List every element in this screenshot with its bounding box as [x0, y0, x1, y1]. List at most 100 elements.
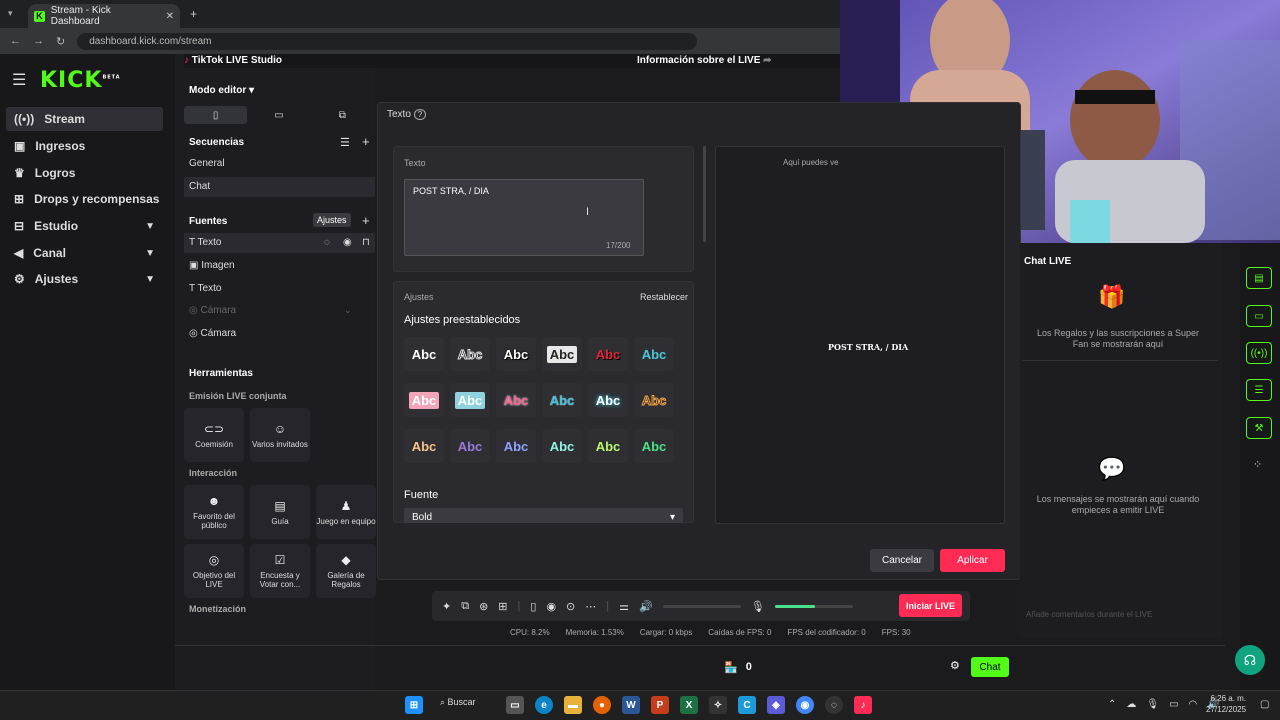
sidebar-item-ingresos[interactable]: ▣ Ingresos	[6, 134, 163, 158]
sidebar-item-ajustes[interactable]: ⚙ Ajustes ▼	[6, 267, 163, 291]
preset-style[interactable]: Abc	[450, 337, 490, 371]
edge-icon[interactable]: e	[535, 696, 553, 714]
kick-logo[interactable]: KICKBETA	[40, 68, 121, 93]
help-icon[interactable]: ?	[413, 109, 427, 120]
live-goal-tool[interactable]: ◎ Objetivo del LIVE	[184, 544, 244, 598]
target-icon[interactable]: ⊙	[566, 600, 575, 613]
preset-style[interactable]: Abc	[404, 429, 444, 463]
broadcast-icon[interactable]: ((•))	[1246, 342, 1272, 364]
gift-gallery-tool[interactable]: ◆ Galería de Regalos	[316, 544, 376, 598]
settings-icon[interactable]: ◌	[324, 237, 330, 248]
windows-start-icon[interactable]: ⊞	[405, 696, 423, 714]
source-item-camera-hidden[interactable]: ◎ Cámara	[189, 305, 236, 316]
preset-style[interactable]: Abc	[404, 337, 444, 371]
preset-style[interactable]: Abc	[588, 429, 628, 463]
display-icon[interactable]: ▭	[1169, 699, 1178, 710]
notification-icon[interactable]: ▢	[1260, 699, 1269, 710]
obs-icon[interactable]: ◌	[825, 696, 843, 714]
chat-icon[interactable]: ▭	[1246, 305, 1272, 327]
taskbar-search[interactable]: ⌕ Buscar	[440, 697, 476, 708]
new-tab-button[interactable]: +	[190, 7, 197, 21]
preset-style[interactable]: Abc	[496, 383, 536, 417]
hidden-eye-icon[interactable]: ⌄	[344, 305, 352, 316]
more-icon[interactable]: ⋯	[585, 600, 596, 613]
reload-icon[interactable]: ↻	[56, 35, 65, 48]
poll-tool[interactable]: ☑ Encuesta y Votar con...	[250, 544, 310, 598]
document-icon[interactable]: ▤	[1246, 267, 1272, 289]
wrench-icon[interactable]: ⚒	[1246, 417, 1272, 439]
ai-icon[interactable]: ⊛	[479, 600, 488, 613]
chrome-icon[interactable]: ◉	[796, 696, 814, 714]
reset-button[interactable]: Restablecer	[640, 292, 688, 302]
apps-icon[interactable]: ⁘	[1253, 458, 1262, 471]
preset-style[interactable]: Abc	[588, 337, 628, 371]
gaming-icon[interactable]: ◈	[767, 696, 785, 714]
sidebar-item-canal[interactable]: ◀ Canal ▼	[6, 241, 163, 265]
preset-style[interactable]: Abc	[496, 429, 536, 463]
cancel-button[interactable]: Cancelar	[870, 549, 934, 572]
excel-icon[interactable]: X	[680, 696, 698, 714]
preset-style[interactable]: Abc	[404, 383, 444, 417]
landscape-view-tab[interactable]: ▭	[247, 106, 310, 124]
tab-list-icon[interactable]: ▾	[8, 8, 13, 19]
audience-favorite-tool[interactable]: ☻ Favorito del público	[184, 485, 244, 539]
hamburger-menu-icon[interactable]: ☰	[12, 70, 26, 90]
record-icon[interactable]: ◉	[546, 600, 556, 613]
wifi-icon[interactable]: ◠	[1189, 699, 1198, 710]
preset-style[interactable]: Abc	[588, 383, 628, 417]
add-source-button[interactable]: +	[362, 213, 370, 228]
sidebar-item-estudio[interactable]: ⊟ Estudio ▼	[6, 214, 163, 238]
tiktok-studio-icon[interactable]: ♪	[854, 696, 872, 714]
preset-style[interactable]: Abc	[542, 337, 582, 371]
preset-style[interactable]: Abc	[634, 429, 674, 463]
layout-view-tab[interactable]: ⧉	[311, 106, 374, 124]
sidebar-item-drops[interactable]: ⊞ Drops y recompensas	[6, 187, 163, 211]
source-item-text[interactable]: T Texto	[189, 237, 221, 248]
preset-style[interactable]: Abc	[634, 337, 674, 371]
team-game-tool[interactable]: ♟ Juego en equipo	[316, 485, 376, 539]
support-chat-icon[interactable]: ☊	[1235, 645, 1265, 675]
forward-icon[interactable]: →	[33, 35, 44, 47]
eye-icon[interactable]: ◉	[343, 237, 352, 248]
microphone-icon[interactable]: 🎙	[751, 600, 765, 613]
app-c-icon[interactable]: C	[738, 696, 756, 714]
go-live-button[interactable]: Iniciar LIVE	[899, 594, 962, 617]
lock-icon[interactable]: ⊓	[362, 237, 370, 248]
apply-button[interactable]: Aplicar	[940, 549, 1005, 572]
live-info-link[interactable]: Información sobre el LIVE ➦	[637, 55, 772, 66]
scrollbar[interactable]	[703, 146, 706, 242]
mic-slider[interactable]	[774, 604, 853, 608]
mic-tray-icon[interactable]: 🎙	[1146, 699, 1159, 710]
add-sequence-button[interactable]: +	[362, 134, 370, 149]
layout-icon[interactable]: ☰	[1246, 379, 1272, 401]
volume-slider[interactable]	[662, 604, 741, 608]
list-icon[interactable]: ☰	[340, 136, 350, 149]
cloud-icon[interactable]: ☁	[1126, 699, 1136, 710]
preset-style[interactable]: Abc	[450, 429, 490, 463]
speaker-icon[interactable]: 🔊	[639, 600, 653, 613]
close-tab-icon[interactable]: ✕	[166, 11, 174, 22]
tray-chevron-icon[interactable]: ⌃	[1108, 699, 1116, 710]
editor-mode-dropdown[interactable]: Modo editor ▾	[189, 85, 254, 96]
chat-button[interactable]: Chat	[971, 657, 1009, 677]
preset-style[interactable]: Abc	[542, 383, 582, 417]
sequence-item[interactable]: General	[189, 158, 225, 169]
add-scene-icon[interactable]: ⊞	[498, 600, 507, 613]
powerpoint-icon[interactable]: P	[651, 696, 669, 714]
portrait-view-tab[interactable]: ▯	[184, 106, 248, 124]
task-view-icon[interactable]: ▭	[506, 696, 524, 714]
magic-icon[interactable]: ✦	[442, 600, 451, 613]
source-item-text-2[interactable]: T Texto	[189, 283, 221, 294]
mixer-icon[interactable]: ⚌	[619, 600, 629, 613]
cohost-tool[interactable]: ⊂⊃ Coemisión	[184, 408, 244, 462]
taskbar-clock[interactable]: 6:26 a. m. 27/12/2025	[1206, 693, 1246, 715]
sidebar-item-stream[interactable]: ((•)) Stream	[6, 107, 163, 131]
preset-style[interactable]: Abc	[634, 383, 674, 417]
settings-icon[interactable]: ⚙	[950, 659, 960, 672]
firefox-icon[interactable]: ●	[593, 696, 611, 714]
sequence-item-selected[interactable]: Chat	[189, 181, 210, 192]
source-item-camera[interactable]: ◎ Cámara	[189, 328, 236, 339]
phone-icon[interactable]: ▯	[530, 600, 536, 613]
url-field[interactable]: dashboard.kick.com/stream	[77, 32, 698, 50]
word-icon[interactable]: W	[622, 696, 640, 714]
